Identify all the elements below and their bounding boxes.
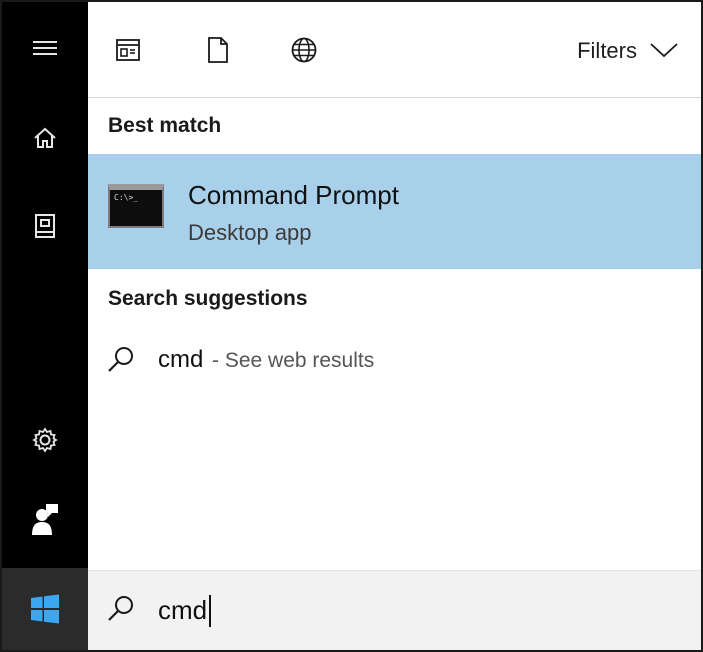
- web-globe-icon: [290, 36, 318, 69]
- web-filter-button[interactable]: [284, 32, 324, 72]
- search-bar: [88, 570, 701, 650]
- notebook-button[interactable]: [2, 194, 88, 258]
- web-suggestion-item[interactable]: cmd - See web results: [88, 332, 701, 388]
- search-suggestions-heading: Search suggestions: [108, 287, 308, 310]
- text-caret: [209, 595, 211, 627]
- home-button[interactable]: [2, 106, 88, 170]
- filter-toolbar: Filters: [88, 2, 701, 98]
- start-button[interactable]: [2, 568, 88, 650]
- notebook-icon: [33, 212, 57, 240]
- search-input[interactable]: [154, 589, 674, 631]
- command-prompt-icon: C:\>_: [108, 184, 164, 228]
- best-match-result[interactable]: C:\>_ Command Prompt Desktop app: [88, 154, 701, 269]
- chevron-down-icon: [649, 38, 679, 64]
- search-icon: [106, 593, 136, 628]
- left-rail: [2, 2, 88, 650]
- feedback-icon: [31, 503, 59, 537]
- hamburger-menu-button[interactable]: [2, 16, 88, 80]
- apps-icon: [116, 38, 140, 66]
- suggestion-note: - See web results: [212, 349, 375, 372]
- hamburger-menu-icon: [33, 39, 57, 57]
- suggestion-term: cmd: [158, 346, 204, 373]
- filters-dropdown[interactable]: Filters: [577, 38, 679, 64]
- result-title: Command Prompt: [188, 180, 399, 210]
- search-results-pane: Filters Best match C:\>_ Command Prompt …: [88, 2, 701, 650]
- windows-start-icon: [30, 594, 60, 624]
- settings-gear-icon: [31, 426, 59, 454]
- feedback-button[interactable]: [2, 488, 88, 552]
- home-icon: [32, 125, 58, 151]
- filters-label: Filters: [577, 38, 637, 63]
- apps-filter-button[interactable]: [108, 32, 148, 72]
- best-match-heading: Best match: [108, 114, 222, 137]
- search-panel: Filters Best match C:\>_ Command Prompt …: [0, 0, 703, 652]
- settings-button[interactable]: [2, 408, 88, 472]
- result-subtitle: Desktop app: [188, 220, 312, 245]
- document-icon: [207, 36, 229, 69]
- search-icon: [106, 344, 136, 379]
- documents-filter-button[interactable]: [198, 32, 238, 72]
